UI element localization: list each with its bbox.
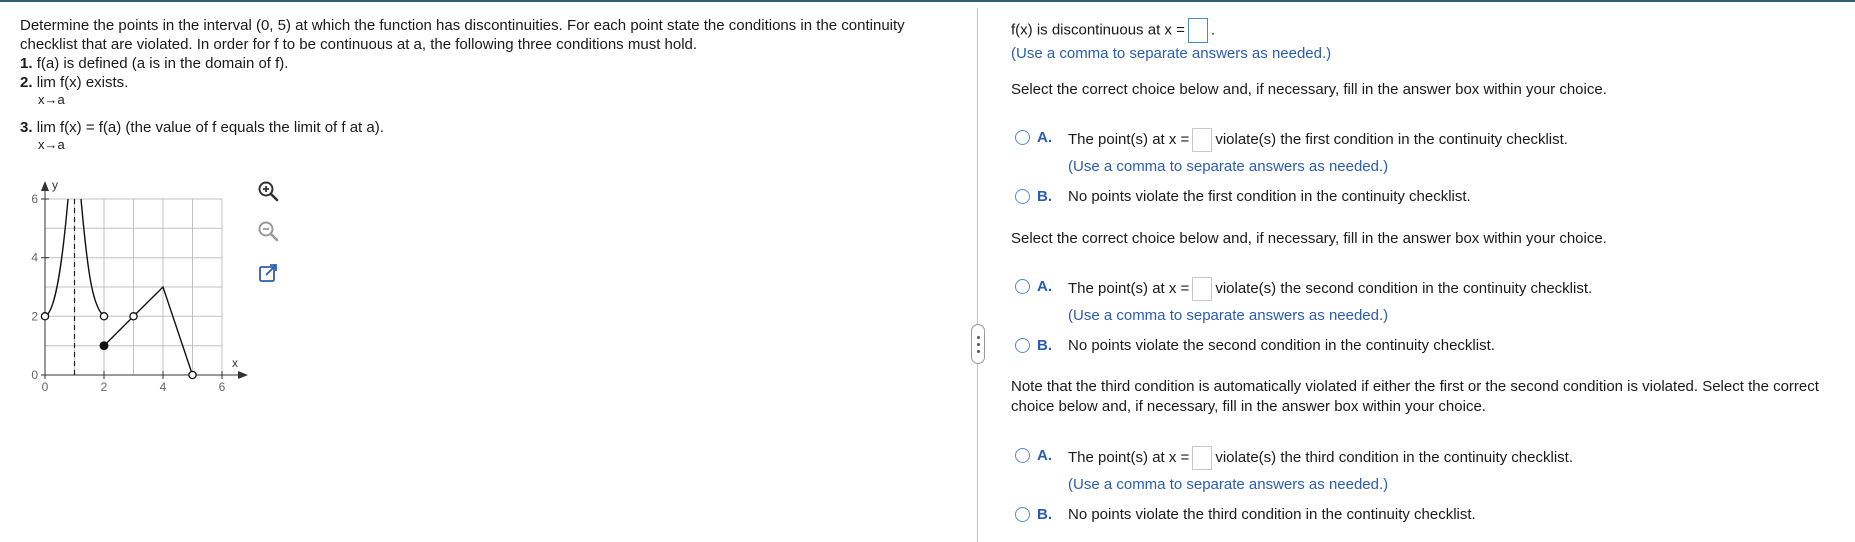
graph-grid [44,198,223,375]
x-axis-label: x [232,356,238,370]
open-point [40,312,50,321]
open-point [129,312,138,321]
condition-3-limit-subscript: x→a [38,137,65,152]
closed-point [99,341,109,351]
zoom-out-icon[interactable] [254,217,282,245]
second-condition-option-b-radio[interactable] [1015,338,1030,353]
first-condition-answer-box[interactable] [1192,128,1213,152]
option-a-letter: A. [1037,447,1052,464]
second-a-suffix: violate(s) the second condition in the c… [1215,279,1593,297]
condition-2: 2. lim f(x) exists. x→a [20,73,940,107]
third-condition-option-a-radio[interactable] [1015,448,1030,463]
third-condition-option-b-radio[interactable] [1015,507,1030,522]
condition-1-text: f(a) is defined (a is in the domain of f… [36,55,289,72]
point-prefix: The point(s) at x = [1068,279,1190,297]
x-tick-label: 4 [160,380,167,394]
comma-hint: (Use a comma to separate answers as need… [1011,45,1332,62]
second-condition-answer-box[interactable] [1192,277,1213,301]
condition-3: 3. lim f(x) = f(a) (the value of f equal… [20,118,940,152]
discontinuity-question: f(x) is discontinuous at x =. [1011,18,1215,43]
top-bar [0,0,1855,2]
point-prefix: The point(s) at x = [1068,130,1190,148]
open-point [99,312,109,321]
option-b-letter: B. [1037,506,1052,523]
problem-intro: Determine the points in the interval (0,… [20,17,905,53]
y-tick-label: 6 [31,192,38,206]
third-a-suffix: violate(s) the third condition in the co… [1215,448,1573,466]
first-a-suffix: violate(s) the first condition in the co… [1215,130,1568,148]
graph-svg: y x 0 2 4 6 0 2 4 6 [31,178,248,394]
y-tick-label: 0 [31,368,38,382]
piecewise-line [103,285,194,376]
condition-2-limit-subscript: x→a [38,92,65,107]
condition-1: 1. f(a) is defined (a is in the domain o… [20,54,940,73]
first-condition-option-a: The point(s) at x = violate(s) the first … [1068,128,1568,152]
option-a-letter: A. [1037,278,1052,295]
popout-icon[interactable] [254,259,282,287]
q1-prefix: f(x) is discontinuous at x = [1011,21,1185,39]
third-condition-option-b: No points violate the third condition in… [1068,506,1476,523]
second-condition-option-b: No points violate the second condition i… [1068,337,1495,354]
function-graph: y x 0 2 4 6 0 2 4 6 [0,177,250,395]
y-tick-label: 2 [31,309,38,323]
question-panel: Determine the points in the interval (0,… [20,16,940,152]
condition-2-number: 2. [20,74,33,91]
x-tick-label: 6 [219,380,226,394]
note-prompt: Note that the third condition is automat… [1011,378,1819,415]
condition-2-text: lim f(x) exists. [36,74,129,91]
discontinuity-answer-box[interactable] [1187,18,1208,43]
y-tick-label: 4 [31,251,38,265]
select-prompt-1: Select the correct choice below and, if … [1011,81,1607,98]
comma-hint: (Use a comma to separate answers as need… [1068,476,1389,493]
point-prefix: The point(s) at x = [1068,448,1190,466]
first-condition-option-b: No points violate the first condition in… [1068,188,1471,205]
q1-suffix: . [1210,21,1215,39]
condition-1-number: 1. [20,55,33,72]
comma-hint: (Use a comma to separate answers as need… [1068,307,1389,324]
panel-divider [977,8,978,542]
y-axis-arrow [41,181,49,191]
first-condition-option-a-radio[interactable] [1015,130,1030,145]
option-b-letter: B. [1037,188,1052,205]
first-condition-option-b-radio[interactable] [1015,189,1030,204]
condition-3-text: lim f(x) = f(a) (the value of f equals t… [36,119,384,136]
comma-hint: (Use a comma to separate answers as need… [1068,158,1389,175]
option-b-letter: B. [1037,337,1052,354]
third-condition-option-a: The point(s) at x = violate(s) the third … [1068,446,1573,470]
third-condition-answer-box[interactable] [1192,446,1213,470]
second-condition-option-a-radio[interactable] [1015,279,1030,294]
x-tick-label: 0 [42,380,49,394]
open-point [188,370,197,380]
x-axis-arrow [238,371,248,379]
x-tick-label: 2 [101,380,108,394]
axis-ticks [41,198,223,379]
second-condition-option-a: The point(s) at x = violate(s) the second… [1068,277,1592,301]
y-axis-label: y [52,178,58,192]
option-a-letter: A. [1037,129,1052,146]
condition-3-number: 3. [20,119,33,136]
zoom-in-icon[interactable] [254,177,282,205]
divider-drag-handle[interactable] [971,324,985,364]
select-prompt-2: Select the correct choice below and, if … [1011,230,1607,247]
